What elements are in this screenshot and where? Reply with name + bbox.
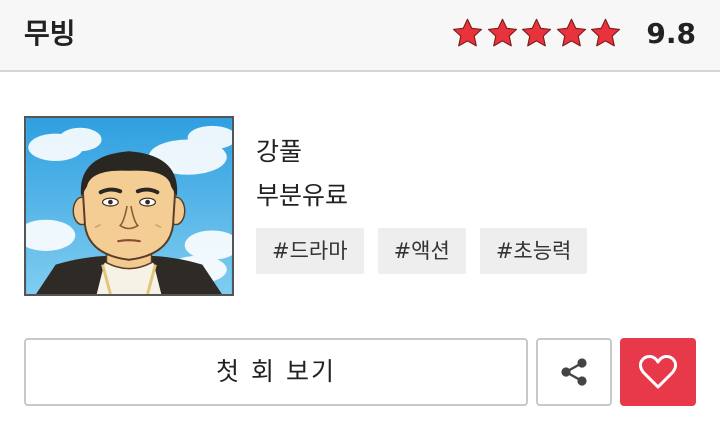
first-episode-button[interactable]: 첫 회 보기 (24, 338, 528, 406)
star-icon (487, 18, 517, 46)
cartoon-character-portrait (26, 118, 232, 294)
author-name[interactable]: 강풀 (256, 134, 302, 170)
star-rating (450, 17, 623, 50)
star-icon (522, 18, 552, 46)
pricing-label: 부분유료 (256, 181, 349, 210)
star-icon (556, 18, 586, 46)
tag-drama[interactable]: #드라마 (256, 228, 364, 274)
rating: 9.8 (450, 15, 696, 51)
star-icon (591, 18, 621, 46)
share-button[interactable] (536, 338, 612, 406)
tag-superpower[interactable]: #초능력 (479, 228, 588, 274)
share-icon (561, 358, 587, 386)
star-icon (453, 18, 483, 46)
thumbnail-image[interactable] (24, 116, 234, 296)
rating-score: 9.8 (646, 16, 696, 50)
work-info: 강풀 부분유료 #드라마 #액션 #초능력 (256, 134, 588, 274)
page-title: 무빙 (24, 17, 76, 50)
tag-action[interactable]: #액션 (377, 228, 466, 274)
like-button[interactable] (620, 338, 696, 406)
header-bar: 무빙 9.8 (0, 0, 720, 72)
tag-list: #드라마 #액션 #초능력 (256, 228, 601, 274)
heart-icon (638, 354, 678, 389)
